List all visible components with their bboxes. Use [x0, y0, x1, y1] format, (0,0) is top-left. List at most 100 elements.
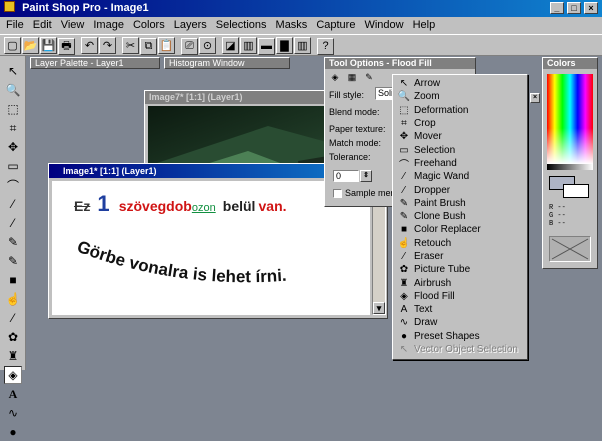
menu-item-clone-bush[interactable]: ✎ Clone Bush — [397, 210, 523, 223]
paste-icon[interactable]: 📋 — [158, 37, 175, 54]
save-icon[interactable]: 💾 — [40, 37, 57, 54]
menu-item-deformation[interactable]: ⬚ Deformation — [397, 104, 523, 117]
menu-item-mover[interactable]: ✥ Mover — [397, 130, 523, 143]
menu-item-picture-tube[interactable]: ✿ Picture Tube — [397, 263, 523, 276]
flood-fill-icon[interactable]: ◈ — [4, 366, 22, 384]
pattern-tab-icon[interactable]: ▦ — [345, 71, 359, 83]
close-button[interactable]: × — [584, 2, 598, 14]
copy-icon[interactable]: ⧉ — [140, 38, 157, 55]
color-spectrum[interactable] — [547, 74, 593, 164]
tool-palette-icon[interactable]: ◪ — [222, 37, 239, 54]
menu-item-arrow[interactable]: ↖ Arrow — [397, 77, 523, 90]
menu-item-zoom[interactable]: 🔍 Zoom — [397, 90, 523, 103]
selection-icon[interactable]: ▭ — [4, 157, 22, 175]
maximize-button[interactable]: □ — [566, 2, 581, 14]
colors-palette: Colors R -- G -- B -- — [542, 57, 598, 269]
redo-icon[interactable]: ↷ — [99, 37, 116, 54]
menu-item-dropper[interactable]: ⁄ Dropper — [397, 183, 523, 196]
image1-canvas[interactable]: Ez 1 szövegdobozon belül van. Görbe vona… — [52, 181, 370, 315]
text-icon[interactable]: A — [4, 385, 22, 403]
big-number: 1 — [97, 191, 110, 216]
menu-window[interactable]: Window — [364, 19, 403, 31]
layer-palette-title[interactable]: Layer Palette - Layer1 — [31, 58, 159, 68]
crop-icon[interactable]: ⌗ — [4, 119, 22, 137]
new-icon[interactable]: ▢ — [4, 37, 21, 54]
menu-edit[interactable]: Edit — [33, 19, 52, 31]
help-icon[interactable]: ? — [317, 37, 334, 55]
menu-item-paint-brush[interactable]: ✎ Paint Brush — [397, 197, 523, 210]
open-icon[interactable]: 📂 — [22, 37, 39, 54]
colors-title[interactable]: Colors — [543, 58, 597, 69]
menu-item-retouch[interactable]: ☝ Retouch — [397, 237, 523, 250]
menu-item-flood-fill[interactable]: ◈ Flood Fill — [397, 290, 523, 303]
menu-item-label: Dropper — [414, 184, 451, 196]
paint-brush-icon[interactable]: ✎ — [4, 233, 22, 251]
menu-file[interactable]: File — [6, 19, 24, 31]
print-icon[interactable]: 🖶 — [58, 38, 75, 55]
menu-item-eraser[interactable]: ⁄ Eraser — [397, 250, 523, 263]
menu-item-airbrush[interactable]: ♜ Airbrush — [397, 276, 523, 289]
color-grayscale[interactable] — [547, 164, 593, 170]
preset-shapes-icon[interactable]: ● — [4, 423, 22, 441]
undo-icon[interactable]: ↶ — [81, 37, 98, 54]
red-readout: R -- — [549, 204, 566, 212]
dropper-icon[interactable]: ⁄ — [4, 214, 22, 232]
cut-icon[interactable]: ✂ — [122, 37, 139, 54]
texture-swatch-icon[interactable] — [549, 236, 591, 262]
minimize-button[interactable]: _ — [549, 2, 564, 14]
brush-tab-icon[interactable]: ✎ — [362, 71, 376, 83]
arrow-icon[interactable]: ↖ — [4, 62, 22, 80]
tolerance-spinner[interactable]: ⇕ — [360, 170, 372, 182]
menu-item-text[interactable]: A Text — [397, 303, 523, 316]
layer-palette: Layer Palette - Layer1 — [30, 57, 160, 69]
clone-brush-icon: ✎ — [399, 211, 409, 223]
menu-capture[interactable]: Capture — [316, 19, 355, 31]
menu-masks[interactable]: Masks — [276, 19, 308, 31]
menu-item-label: Zoom — [414, 91, 440, 103]
browse-icon[interactable]: ⊙ — [199, 37, 216, 54]
menu-item-label: Mover — [414, 131, 442, 143]
tolerance-input[interactable]: 0 — [333, 170, 359, 182]
menu-item-selection[interactable]: ▭ Selection — [397, 143, 523, 156]
menu-help[interactable]: Help — [413, 19, 436, 31]
sample-merged-checkbox[interactable] — [333, 188, 342, 198]
menu-view[interactable]: View — [61, 19, 85, 31]
menu-item-freehand[interactable]: ⌒ Freehand — [397, 157, 523, 171]
tool-options-title[interactable]: Tool Options - Flood Fill — [325, 58, 475, 69]
menu-item-label: Arrow — [414, 78, 441, 90]
magic-wand-icon[interactable]: ⁄ — [4, 195, 22, 213]
menu-item-crop[interactable]: ⌗ Crop — [397, 117, 523, 130]
color-icon[interactable]: ▬ — [258, 37, 275, 55]
eraser-icon[interactable]: ⁄ — [4, 309, 22, 327]
histogram-title[interactable]: Histogram Window — [165, 58, 289, 68]
color-replacer-icon[interactable]: ■ — [4, 271, 22, 289]
picture-tube-icon[interactable]: ✿ — [4, 328, 22, 346]
dropper-icon: ⁄ — [403, 184, 405, 196]
clone-brush-icon[interactable]: ✎ — [4, 252, 22, 270]
menu-layers[interactable]: Layers — [174, 19, 207, 31]
menu-item-label: Magic Wand — [414, 171, 470, 183]
menu-item-draw[interactable]: ∿ Draw — [397, 316, 523, 329]
capture-icon[interactable]: ⎚ — [181, 38, 198, 55]
histogram-icon[interactable]: ▇ — [276, 37, 293, 54]
menu-image[interactable]: Image — [93, 19, 124, 31]
retouch-icon[interactable]: ☝ — [4, 290, 22, 308]
background-swatch[interactable] — [563, 184, 589, 198]
layer-icon[interactable]: ▥ — [294, 37, 311, 54]
mover-icon[interactable]: ✥ — [4, 138, 22, 156]
palette-icon[interactable]: ▥ — [240, 37, 257, 54]
freehand-icon[interactable]: ⌒ — [4, 176, 22, 194]
vector-selection-icon: ↖ — [399, 344, 409, 356]
image7-close-button[interactable]: × — [530, 93, 540, 103]
menu-colors[interactable]: Colors — [133, 19, 165, 31]
menu-item-preset-shapes[interactable]: ● Preset Shapes — [397, 330, 523, 343]
deformation-icon[interactable]: ⬚ — [4, 100, 22, 118]
zoom-icon[interactable]: 🔍 — [4, 81, 22, 99]
airbrush-icon[interactable]: ♜ — [4, 347, 22, 365]
menu-item-color-replacer[interactable]: ■ Color Replacer — [397, 223, 523, 236]
menu-selections[interactable]: Selections — [216, 19, 267, 31]
draw-icon[interactable]: ∿ — [4, 404, 22, 422]
fill-tab-icon[interactable]: ◈ — [328, 71, 342, 83]
scroll-down-button[interactable]: ▾ — [373, 302, 385, 314]
menu-item-magic-wand[interactable]: ⁄ Magic Wand — [397, 170, 523, 183]
